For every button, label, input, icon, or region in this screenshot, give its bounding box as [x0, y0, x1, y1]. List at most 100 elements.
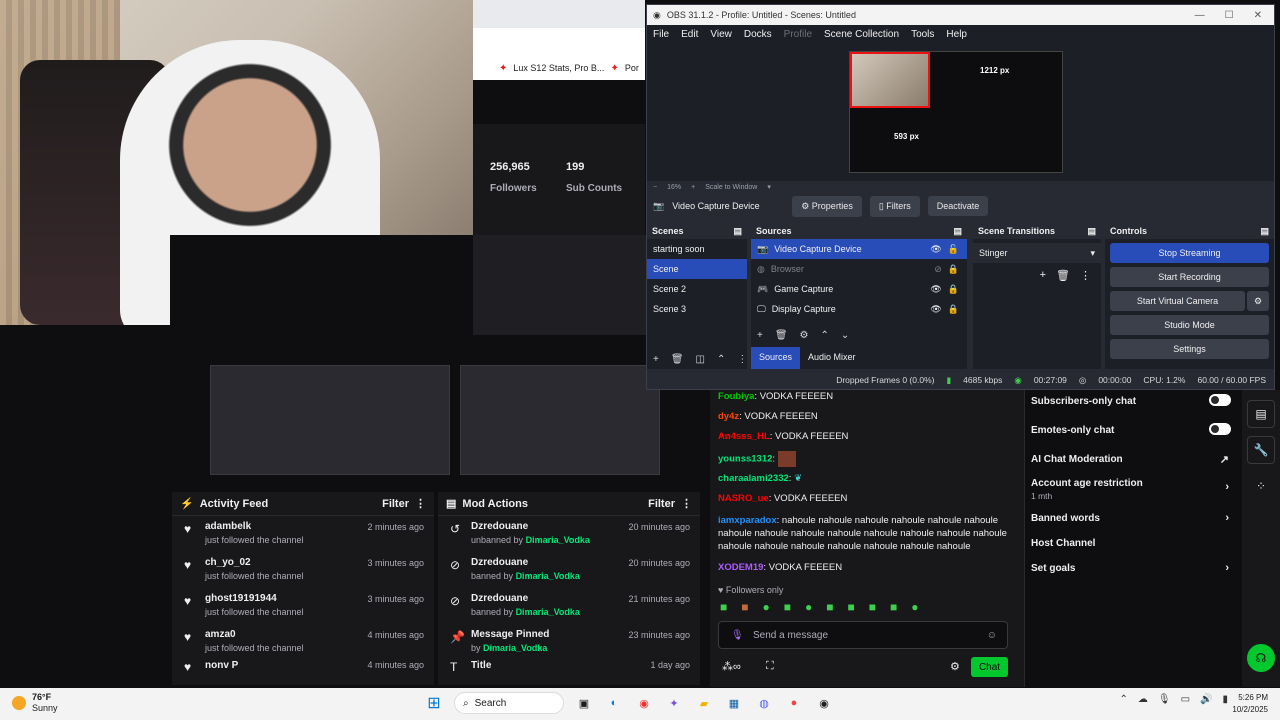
scene-filter-icon[interactable]: ◫: [696, 354, 705, 365]
settings-button[interactable]: Settings: [1110, 339, 1269, 359]
set-goals-row[interactable]: Set goals ›: [1031, 562, 1231, 574]
zoom-out-icon[interactable]: −: [653, 184, 657, 191]
source-item[interactable]: 🖵 Display Capture 👁 🔒: [751, 299, 967, 319]
minimize-icon[interactable]: —: [1195, 10, 1205, 21]
battery-icon[interactable]: ▮: [1222, 694, 1228, 705]
weather-widget[interactable]: 76°F Sunny: [12, 692, 58, 714]
gift-icon[interactable]: ⛶: [766, 660, 774, 673]
discord-icon[interactable]: ◍: [754, 693, 774, 713]
app-icon[interactable]: ●: [784, 693, 804, 713]
more-icon[interactable]: ⋮: [1080, 269, 1091, 282]
taskbar-search[interactable]: ⌕ Search: [454, 692, 564, 714]
tab-sources[interactable]: Sources: [751, 347, 801, 369]
chat-send-button[interactable]: Chat: [971, 657, 1008, 677]
dock-menu-icon[interactable]: ▤: [953, 226, 962, 237]
subscribers-only-row[interactable]: Subscribers-only chat: [1031, 394, 1231, 407]
lock-icon[interactable]: 🔓: [948, 244, 967, 255]
list-item[interactable]: ↺ Dzredouane unbanned by Dimaria_Vodka 20 m…: [438, 516, 700, 552]
eye-hidden-icon[interactable]: ⊘: [934, 264, 942, 275]
emote-icon[interactable]: ■: [890, 600, 897, 614]
more-icon[interactable]: ⋮: [737, 354, 747, 365]
host-channel-row[interactable]: Host Channel: [1031, 538, 1231, 549]
scene-item[interactable]: Scene 2: [647, 279, 747, 299]
dock-menu-icon[interactable]: ▤: [733, 226, 742, 237]
eye-icon[interactable]: 👁: [930, 284, 941, 295]
chevron-down-icon[interactable]: ▾: [767, 183, 771, 191]
age-restriction-row[interactable]: Account age restriction 1 mth ›: [1031, 478, 1231, 501]
chrome-icon[interactable]: ◉: [634, 693, 654, 713]
menu-tools[interactable]: Tools: [911, 29, 934, 40]
more-icon[interactable]: ⋮: [681, 497, 692, 510]
list-item[interactable]: ♥ ghost19191944 just followed the channel 3…: [172, 588, 434, 624]
copilot-icon[interactable]: ✦: [664, 693, 684, 713]
emoji-icon[interactable]: ☺: [987, 630, 997, 641]
emote-icon[interactable]: ■: [869, 600, 876, 614]
menu-help[interactable]: Help: [946, 29, 967, 40]
chevron-up-icon[interactable]: ⌃: [1119, 694, 1127, 705]
emotes-only-toggle[interactable]: [1209, 423, 1231, 435]
emote-icon[interactable]: ●: [911, 600, 918, 614]
windows-start-icon[interactable]: ⊞: [424, 693, 444, 713]
chat-input[interactable]: 🎙 Send a message ☺: [718, 621, 1008, 649]
bookmark-por[interactable]: Por: [625, 63, 639, 73]
move-down-icon[interactable]: ⌄: [841, 330, 849, 341]
scene-item[interactable]: starting soon: [647, 239, 747, 259]
edge-icon[interactable]: ◐: [604, 693, 624, 713]
banned-words-row[interactable]: Banned words ›: [1031, 512, 1231, 524]
filter-button[interactable]: Filter: [648, 498, 675, 510]
lock-icon[interactable]: 🔒: [948, 264, 967, 275]
maximize-icon[interactable]: ☐: [1225, 10, 1234, 21]
ai-moderation-row[interactable]: AI Chat Moderation ↗: [1031, 454, 1231, 466]
menu-file[interactable]: File: [653, 29, 669, 40]
filter-button[interactable]: Filter: [382, 498, 409, 510]
gear-icon[interactable]: ⚙: [800, 330, 809, 341]
mic-icon[interactable]: 🎙: [1158, 694, 1171, 705]
menu-profile[interactable]: Profile: [784, 29, 812, 40]
cloud-icon[interactable]: ☁: [1138, 694, 1148, 705]
stop-streaming-button[interactable]: Stop Streaming: [1110, 243, 1269, 263]
source-item[interactable]: ◍ Browser ⊘ 🔒: [751, 259, 967, 279]
bits-icon[interactable]: ⁂∞: [722, 660, 741, 673]
scale-mode-select[interactable]: Scale to Window: [705, 184, 757, 191]
dock-menu-icon[interactable]: ▤: [1260, 226, 1269, 237]
source-item-selected[interactable]: 📷 Video Capture Device 👁 🔓: [751, 239, 967, 259]
taskbar-clock[interactable]: 5:26 PM 10/2/2025: [1232, 692, 1268, 716]
deactivate-button[interactable]: Deactivate: [927, 196, 989, 216]
dock-menu-icon[interactable]: ▤: [1087, 226, 1096, 237]
tab-audio-mixer[interactable]: Audio Mixer: [800, 347, 864, 369]
list-item[interactable]: ♥ amza0 just followed the channel 4 minutes…: [172, 624, 434, 660]
menu-view[interactable]: View: [710, 29, 732, 40]
add-scene-icon[interactable]: +: [653, 354, 659, 365]
list-item[interactable]: ⊘ Dzredouane banned by Dimaria_Vodka 21 min…: [438, 588, 700, 624]
eye-icon[interactable]: 👁: [930, 304, 941, 315]
properties-button[interactable]: ⚙ Properties: [792, 195, 862, 217]
start-recording-button[interactable]: Start Recording: [1110, 267, 1269, 287]
emote-icon[interactable]: ●: [805, 600, 812, 614]
gear-icon[interactable]: ⚙: [950, 660, 960, 673]
move-up-icon[interactable]: ⌃: [821, 330, 829, 341]
list-item[interactable]: ♥ adambelk just followed the channel 2 minu…: [172, 516, 434, 552]
source-item[interactable]: 🎮 Game Capture 👁 🔒: [751, 279, 967, 299]
emote-icon[interactable]: ■: [720, 600, 727, 614]
list-item[interactable]: 📌 Message Pinned by Dimaria_Vodka 23 minute…: [438, 624, 700, 660]
start-virtual-camera-button[interactable]: Start Virtual Camera: [1110, 291, 1245, 311]
emote-icon[interactable]: ■: [848, 600, 855, 614]
scene-item-selected[interactable]: Scene: [647, 259, 747, 279]
list-item[interactable]: ♥ nonv P4 minutes ago: [172, 660, 434, 672]
lock-icon[interactable]: 🔒: [948, 284, 967, 295]
mic-icon[interactable]: 🎙: [731, 630, 744, 641]
emote-icon[interactable]: ■: [784, 600, 791, 614]
headset-icon[interactable]: ☊: [1247, 644, 1275, 672]
obs-preview[interactable]: 1212 px 593 px: [647, 43, 1274, 181]
obs-canvas[interactable]: 1212 px 593 px: [849, 51, 1063, 173]
add-transition-icon[interactable]: +: [1040, 269, 1046, 282]
emote-icon[interactable]: ●: [763, 600, 770, 614]
filters-button[interactable]: ▯ Filters: [869, 195, 920, 217]
list-item[interactable]: ♥ ch_yo_02 just followed the channel 3 minu…: [172, 552, 434, 588]
studio-mode-button[interactable]: Studio Mode: [1110, 315, 1269, 335]
emotes-only-row[interactable]: Emotes-only chat: [1031, 423, 1231, 436]
volume-icon[interactable]: 🔊: [1200, 694, 1212, 705]
menu-scene-collection[interactable]: Scene Collection: [824, 29, 899, 40]
bookmark-lux[interactable]: Lux S12 Stats, Pro B...: [513, 63, 604, 73]
more-icon[interactable]: ⋮: [415, 497, 426, 510]
